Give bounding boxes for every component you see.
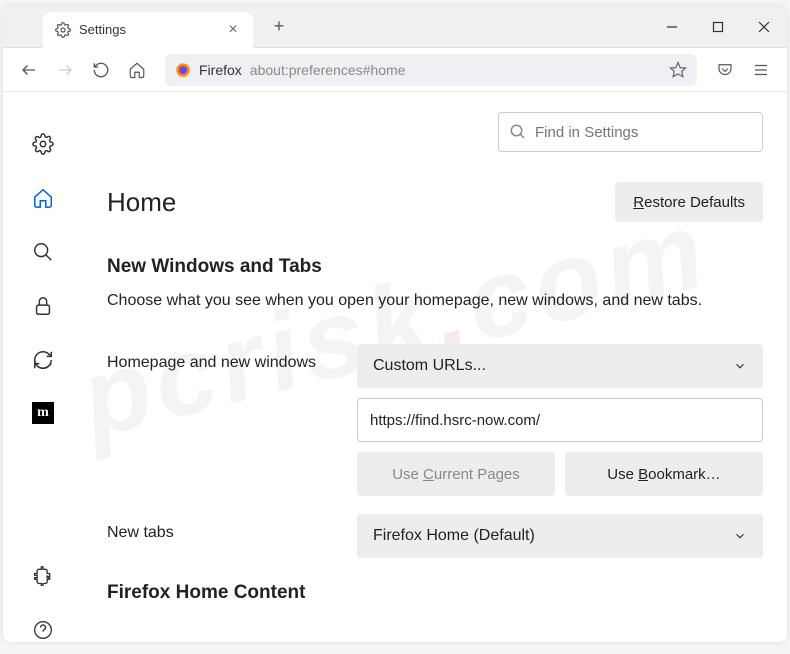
- newtabs-select-value: Firefox Home (Default): [373, 527, 535, 545]
- section-firefox-home-content-title: Firefox Home Content: [107, 582, 763, 604]
- use-current-pages-button[interactable]: Use Current Pages: [357, 452, 555, 496]
- toolbar: Firefox about:preferences#home: [3, 48, 787, 92]
- close-window-button[interactable]: [741, 6, 787, 48]
- url-address: about:preferences#home: [250, 62, 661, 78]
- menu-button[interactable]: [745, 54, 777, 86]
- use-bookmark-button[interactable]: Use Bookmark…: [565, 452, 763, 496]
- sidebar-general[interactable]: [31, 132, 55, 156]
- sidebar-privacy[interactable]: [31, 294, 55, 318]
- newtabs-select[interactable]: Firefox Home (Default): [357, 514, 763, 558]
- sidebar: m: [3, 92, 83, 642]
- chevron-down-icon: [733, 529, 747, 543]
- new-tab-button[interactable]: +: [265, 13, 293, 41]
- section-new-windows-title: New Windows and Tabs: [107, 256, 763, 278]
- reload-button[interactable]: [85, 54, 117, 86]
- home-nav-button[interactable]: [121, 54, 153, 86]
- close-tab-icon[interactable]: ×: [225, 22, 241, 38]
- url-bar[interactable]: Firefox about:preferences#home: [165, 54, 697, 86]
- bookmark-star-icon[interactable]: [669, 61, 687, 79]
- homepage-select-value: Custom URLs...: [373, 357, 486, 375]
- sidebar-sync[interactable]: [31, 348, 55, 372]
- gear-icon: [55, 22, 71, 38]
- newtabs-label: New tabs: [107, 514, 357, 542]
- sidebar-home[interactable]: [31, 186, 55, 210]
- sidebar-more-mozilla[interactable]: m: [32, 402, 54, 424]
- firefox-icon: [175, 62, 191, 78]
- tab-title: Settings: [79, 22, 225, 37]
- sidebar-help[interactable]: [31, 618, 55, 642]
- homepage-url-input[interactable]: [357, 398, 763, 442]
- section-new-windows-desc: Choose what you see when you open your h…: [107, 292, 763, 310]
- forward-button[interactable]: [49, 54, 81, 86]
- page-title: Home: [107, 187, 176, 218]
- sidebar-extensions[interactable]: [31, 564, 55, 588]
- homepage-select[interactable]: Custom URLs...: [357, 344, 763, 388]
- back-button[interactable]: [13, 54, 45, 86]
- maximize-button[interactable]: [695, 6, 741, 48]
- url-brand: Firefox: [199, 62, 242, 78]
- homepage-label: Homepage and new windows: [107, 344, 357, 372]
- find-settings-input[interactable]: [498, 112, 763, 152]
- minimize-button[interactable]: [649, 6, 695, 48]
- browser-tab[interactable]: Settings ×: [43, 12, 253, 48]
- titlebar: Settings × +: [3, 6, 787, 48]
- chevron-down-icon: [733, 359, 747, 373]
- pocket-button[interactable]: [709, 54, 741, 86]
- restore-defaults-button[interactable]: Restore Defaults: [615, 182, 763, 222]
- main-content: Home Restore Defaults New Windows and Ta…: [83, 92, 787, 642]
- sidebar-search[interactable]: [31, 240, 55, 264]
